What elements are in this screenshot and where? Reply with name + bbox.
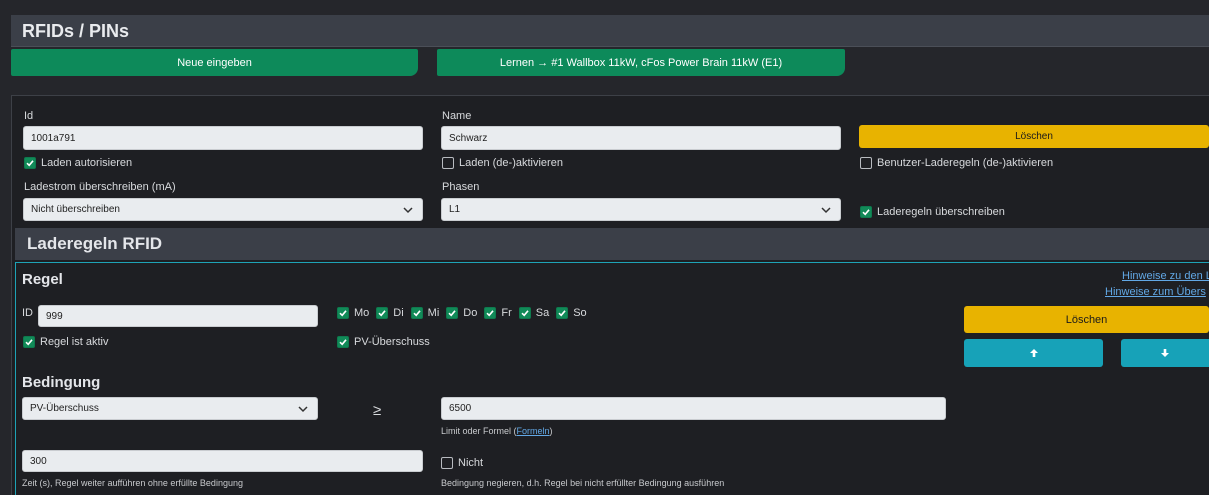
day-fr[interactable]: Fr [484, 307, 512, 319]
delete-rfid-button[interactable]: Löschen [859, 125, 1209, 148]
id-label: Id [24, 110, 34, 122]
day-mo[interactable]: Mo [337, 307, 369, 319]
time-input[interactable]: 300 [22, 450, 423, 472]
override-rules-label: Laderegeln überschreiben [877, 206, 1005, 218]
rule-active-label: Regel ist aktiv [40, 336, 109, 348]
negate-row[interactable]: Nicht [441, 457, 483, 469]
rules-section-title: Laderegeln RFID [27, 234, 163, 253]
check-icon[interactable] [337, 307, 349, 319]
day-sa[interactable]: Sa [518, 307, 550, 319]
operator-symbol[interactable]: ≥ [373, 402, 381, 419]
delete-rule-button[interactable]: Löschen [964, 306, 1209, 333]
rule-title: Regel [22, 271, 63, 288]
pv-surplus-label: PV-Überschuss [354, 336, 430, 348]
rule-id-label: ID [22, 307, 33, 319]
arrow-up-icon [1029, 349, 1038, 357]
condition-select[interactable]: PV-Überschuss [22, 397, 318, 420]
id-input[interactable]: 1001a791 [23, 126, 423, 150]
phases-label: Phasen [442, 181, 480, 193]
day-label: Sa [535, 307, 550, 319]
formulas-link[interactable]: Formeln [517, 426, 550, 436]
pv-surplus-checkbox[interactable] [337, 336, 349, 348]
authorize-checkbox-row[interactable]: Laden autorisieren [24, 157, 132, 169]
learn-button[interactable]: Lernen → #1 Wallbox 11kW, cFos Power Bra… [437, 49, 845, 76]
current-override-value: Nicht überschreiben [31, 204, 120, 215]
day-label: Mo [354, 307, 370, 319]
override-rules-row[interactable]: Laderegeln überschreiben [860, 206, 1005, 218]
new-entry-button[interactable]: Neue eingeben [11, 49, 418, 76]
limit-input[interactable]: 6500 [441, 397, 946, 420]
toggle-user-rules-label: Benutzer-Laderegeln (de-)aktivieren [877, 157, 1054, 169]
negate-label: Nicht [458, 457, 484, 469]
arrow-down-icon [1161, 349, 1169, 357]
check-icon[interactable] [446, 307, 459, 319]
limit-hint: Limit oder Formel (Formeln) [441, 426, 553, 436]
move-up-button[interactable] [964, 339, 1103, 367]
day-di[interactable]: Di [376, 307, 404, 319]
rule-active-row[interactable]: Regel ist aktiv [23, 336, 108, 348]
check-icon[interactable] [410, 307, 423, 319]
hint-links: Hinweise zu den L Hinweise zum Übers [1100, 270, 1209, 302]
phases-value: L1 [449, 204, 461, 215]
current-override-select[interactable]: Nicht überschreiben [23, 198, 423, 221]
hint-link-surplus[interactable]: Hinweise zum Übers [1105, 286, 1206, 298]
day-label: Mi [427, 307, 440, 319]
toggle-user-rules-row[interactable]: Benutzer-Laderegeln (de-)aktivieren [860, 157, 1053, 169]
weekday-checkboxes: Mo Di Mi Do Fr Sa So [337, 307, 587, 319]
negate-checkbox[interactable] [441, 457, 453, 469]
phases-select[interactable]: L1 [441, 198, 841, 221]
current-override-label: Ladestrom überschreiben (mA) [24, 181, 176, 193]
toggle-charging-label: Laden (de-)aktivieren [459, 157, 563, 169]
authorize-checkbox[interactable] [24, 157, 36, 169]
rules-section-header [15, 228, 1209, 260]
day-mi[interactable]: Mi [410, 307, 440, 319]
condition-value: PV-Überschuss [30, 403, 99, 414]
rule-active-checkbox[interactable] [23, 336, 35, 348]
name-label: Name [442, 110, 472, 122]
check-icon[interactable] [556, 307, 569, 319]
chevron-down-icon [298, 405, 308, 412]
negate-hint: Bedingung negieren, d.h. Regel bei nicht… [441, 478, 725, 488]
check-icon[interactable] [376, 307, 389, 319]
day-label: So [573, 307, 587, 319]
rule-id-input[interactable]: 999 [38, 305, 318, 327]
limit-hint-end: ) [549, 426, 553, 436]
header-bar [11, 15, 1209, 47]
day-so[interactable]: So [556, 307, 587, 319]
day-label: Do [463, 307, 478, 319]
override-rules-checkbox[interactable] [860, 206, 872, 218]
day-do[interactable]: Do [446, 307, 477, 319]
time-hint: Zeit (s), Regel weiter aufführen ohne er… [22, 478, 243, 488]
check-icon[interactable] [484, 307, 497, 319]
toggle-charging-row[interactable]: Laden (de-)aktivieren [442, 157, 563, 169]
day-label: Fr [501, 307, 512, 319]
name-input[interactable]: Schwarz [441, 126, 841, 150]
limit-hint-text: Limit oder Formel ( [441, 426, 517, 436]
day-label: Di [393, 307, 404, 319]
chevron-down-icon [403, 206, 413, 213]
move-down-button[interactable] [1121, 339, 1209, 367]
pv-surplus-row[interactable]: PV-Überschuss [337, 336, 430, 348]
page-title: RFIDs / PINs [22, 21, 130, 41]
hint-link-rules[interactable]: Hinweise zu den L [1122, 270, 1209, 282]
authorize-label: Laden autorisieren [41, 157, 133, 169]
toggle-user-rules-checkbox[interactable] [860, 157, 872, 169]
condition-title: Bedingung [22, 374, 101, 391]
check-icon[interactable] [518, 307, 531, 319]
chevron-down-icon [821, 206, 831, 213]
toggle-charging-checkbox[interactable] [442, 157, 454, 169]
